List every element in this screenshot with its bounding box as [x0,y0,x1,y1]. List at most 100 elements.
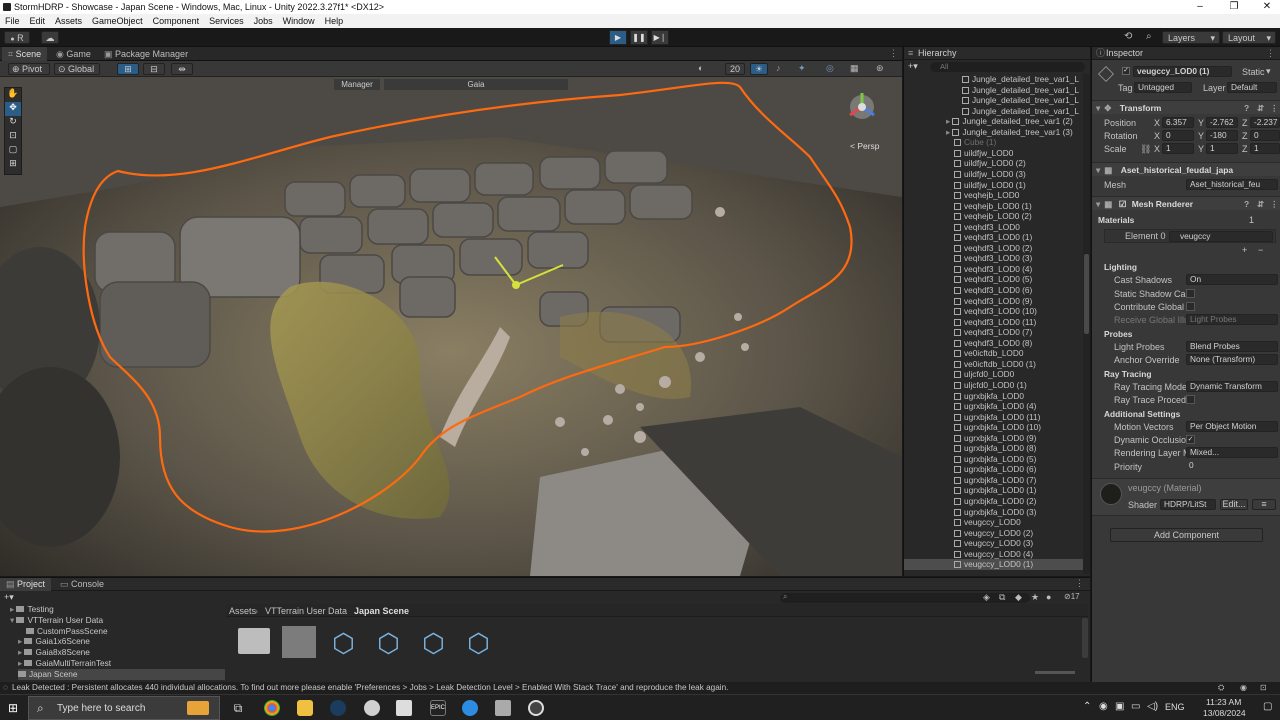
hierarchy-item[interactable]: veugccy_LOD0 (4) [904,549,1084,560]
hierarchy-item[interactable]: veqhejb_LOD0 (2) [904,211,1084,222]
hierarchy-item[interactable]: ve0icftdb_LOD0 (1) [904,359,1084,370]
scene-asset-icon[interactable] [282,626,316,658]
grid-snap-icon[interactable]: ⊞ [117,63,139,75]
rotate-tool-icon[interactable]: ↻ [5,116,21,130]
clock-date[interactable]: 13/08/2024 [1203,708,1246,718]
light-probes-dropdown[interactable]: Blend Probes [1186,341,1278,352]
menu-services[interactable]: Services [204,14,249,28]
static-dropdown-icon[interactable]: ▾ [1266,66,1271,77]
maximize-button[interactable]: ❐ [1223,0,1245,14]
hierarchy-item[interactable]: uljcfd0_LOD0 [904,369,1084,380]
tag-dropdown[interactable]: Untagged [1134,82,1192,93]
scale-z-field[interactable]: 1 [1250,143,1280,154]
folder-icon[interactable] [238,628,270,654]
hierarchy-item[interactable]: ugrxbjkfa_LOD0 (11) [904,412,1084,423]
hierarchy-item[interactable]: veqhdf3_LOD0 (4) [904,264,1084,275]
hierarchy-item[interactable]: Jungle_detailed_tree_var1_L [904,106,1084,117]
menu-help[interactable]: Help [320,14,349,28]
layout-dropdown[interactable]: Layout ▾ [1222,31,1276,44]
position-x-field[interactable]: 6.357 [1162,117,1194,128]
star-icon[interactable]: ★ [1031,592,1039,603]
materials-section-label[interactable]: Materials [1098,215,1134,225]
lighting-section-label[interactable]: Lighting [1104,262,1137,272]
notifications-icon[interactable]: ▢ [1263,701,1272,712]
add-icon[interactable]: +▾ [908,61,918,72]
task-view-icon[interactable]: ⧉ [230,700,246,716]
move-tool-icon[interactable]: ✥ [5,102,21,116]
volume-icon[interactable]: ◁) [1147,701,1158,712]
hierarchy-item[interactable]: veqhdf3_LOD0 (5) [904,274,1084,285]
tag-icon[interactable]: ◆ [1015,592,1022,603]
hierarchy-item[interactable]: uildfjw_LOD0 (2) [904,158,1084,169]
clock-time[interactable]: 11:23 AM [1206,697,1241,707]
material-preview-sphere[interactable] [1100,483,1122,505]
menu-gameobject[interactable]: GameObject [87,14,148,28]
debug-icon[interactable]: ◉ [1240,682,1247,694]
account-button[interactable]: ● R [4,31,30,44]
add-element-icon[interactable]: + [1242,245,1247,255]
priority-field[interactable]: 0 [1186,461,1278,472]
menu-window[interactable]: Window [278,14,320,28]
play-button[interactable]: ▶ [609,30,627,45]
project-folder-item[interactable]: ▸ Gaia1x6Scene [18,636,90,647]
hierarchy-item[interactable]: ugrxbjkfa_LOD0 (1) [904,485,1084,496]
hierarchy-item[interactable]: veqhdf3_LOD0 (7) [904,327,1084,338]
hierarchy-item[interactable]: veqhdf3_LOD0 (8) [904,338,1084,349]
app-icon[interactable] [462,700,478,716]
windows-start-icon[interactable]: ⊞ [8,702,20,714]
pause-button[interactable]: ❚❚ [630,30,648,45]
hierarchy-search-input[interactable]: All [930,62,1085,72]
project-folder-item[interactable]: Japan Scene [18,668,225,680]
close-button[interactable]: ✕ [1256,0,1278,14]
hierarchy-item[interactable]: veqhdf3_LOD0 (3) [904,253,1084,264]
help-icon[interactable]: ? [1244,101,1249,115]
project-folder-item[interactable]: ▸ Testing [10,604,54,615]
more-options-icon[interactable]: ⋮ [1270,101,1279,115]
menu-file[interactable]: File [0,14,25,28]
camera-settings-icon[interactable]: ▦ [850,63,859,74]
hierarchy-item[interactable]: ugrxbjkfa_LOD0 (6) [904,464,1084,475]
contribute-gi-checkbox[interactable] [1186,302,1195,311]
material-element-field[interactable]: veugccy [1169,231,1273,242]
hierarchy-item[interactable]: Jungle_detailed_tree_var1_L [904,95,1084,106]
tab-package-manager[interactable]: ▣ Package Manager [98,47,194,61]
mesh-field[interactable]: Aset_historical_feu [1186,179,1278,190]
tab-project[interactable]: ▤ Project [0,578,52,591]
project-folder-item[interactable]: CustomPassScene [26,626,108,637]
hierarchy-scrollbar[interactable] [1083,74,1090,574]
hierarchy-item[interactable]: Cube (1) [904,137,1084,148]
hierarchy-item[interactable]: veqhdf3_LOD0 (2) [904,243,1084,254]
hierarchy-item[interactable]: veqhdf3_LOD0 (6) [904,285,1084,296]
cloud-icon[interactable]: ☁ [41,31,59,44]
network-icon[interactable]: ▭ [1131,701,1140,712]
ray-tracing-mode-dropdown[interactable]: Dynamic Transform [1186,381,1278,392]
hierarchy-item[interactable]: ve0icftdb_LOD0 [904,348,1084,359]
receive-gi-dropdown[interactable]: Light Probes [1186,314,1278,325]
hierarchy-item[interactable]: ugrxbjkfa_LOD0 (9) [904,433,1084,444]
more-options-icon[interactable]: ⋮ [1270,197,1279,211]
scene-viewport[interactable]: Manager Gaia < Persp ✋ ✥ ↻ ⊡ ▢ ⊞ [0,77,902,576]
status-message[interactable]: Leak Detected : Persistent allocates 440… [12,682,728,694]
hidden-packages-icon[interactable]: ⊘17 [1064,592,1080,601]
scale-tool-icon[interactable]: ⊡ [5,130,21,144]
increment-snap-icon[interactable]: ⇹ [171,63,193,75]
filter-label-icon[interactable]: ⧉ [999,592,1005,603]
tray-icon[interactable]: ▣ [1115,701,1124,712]
position-z-field[interactable]: -2.237 [1250,117,1280,128]
prefab-asset-icon[interactable]: ⬡ [461,627,496,659]
cache-icon[interactable]: ⊡ [1260,682,1267,694]
app-icon[interactable] [364,700,380,716]
mesh-renderer-enabled-checkbox[interactable]: ☑ [1119,199,1127,209]
file-explorer-icon[interactable] [297,700,313,716]
project-folder-item[interactable]: ▸ Gaia8x8Scene [18,647,90,658]
scale-y-field[interactable]: 1 [1206,143,1238,154]
tab-scene[interactable]: ⌗ Scene [2,47,48,61]
steam-icon[interactable] [330,700,346,716]
hierarchy-item[interactable]: veqhdf3_LOD0 [904,222,1084,233]
hierarchy-item[interactable]: Jungle_detailed_tree_var1_L [904,85,1084,96]
grid-icon[interactable]: ⊟ [143,63,165,75]
hierarchy-item[interactable]: uildfjw_LOD0 (3) [904,169,1084,180]
lighting-toggle-icon[interactable]: ☀ [750,63,768,75]
project-folder-item[interactable]: ▾ VTTerrain User Data [10,615,103,626]
gizmos-icon[interactable]: ⊛ [876,63,884,74]
